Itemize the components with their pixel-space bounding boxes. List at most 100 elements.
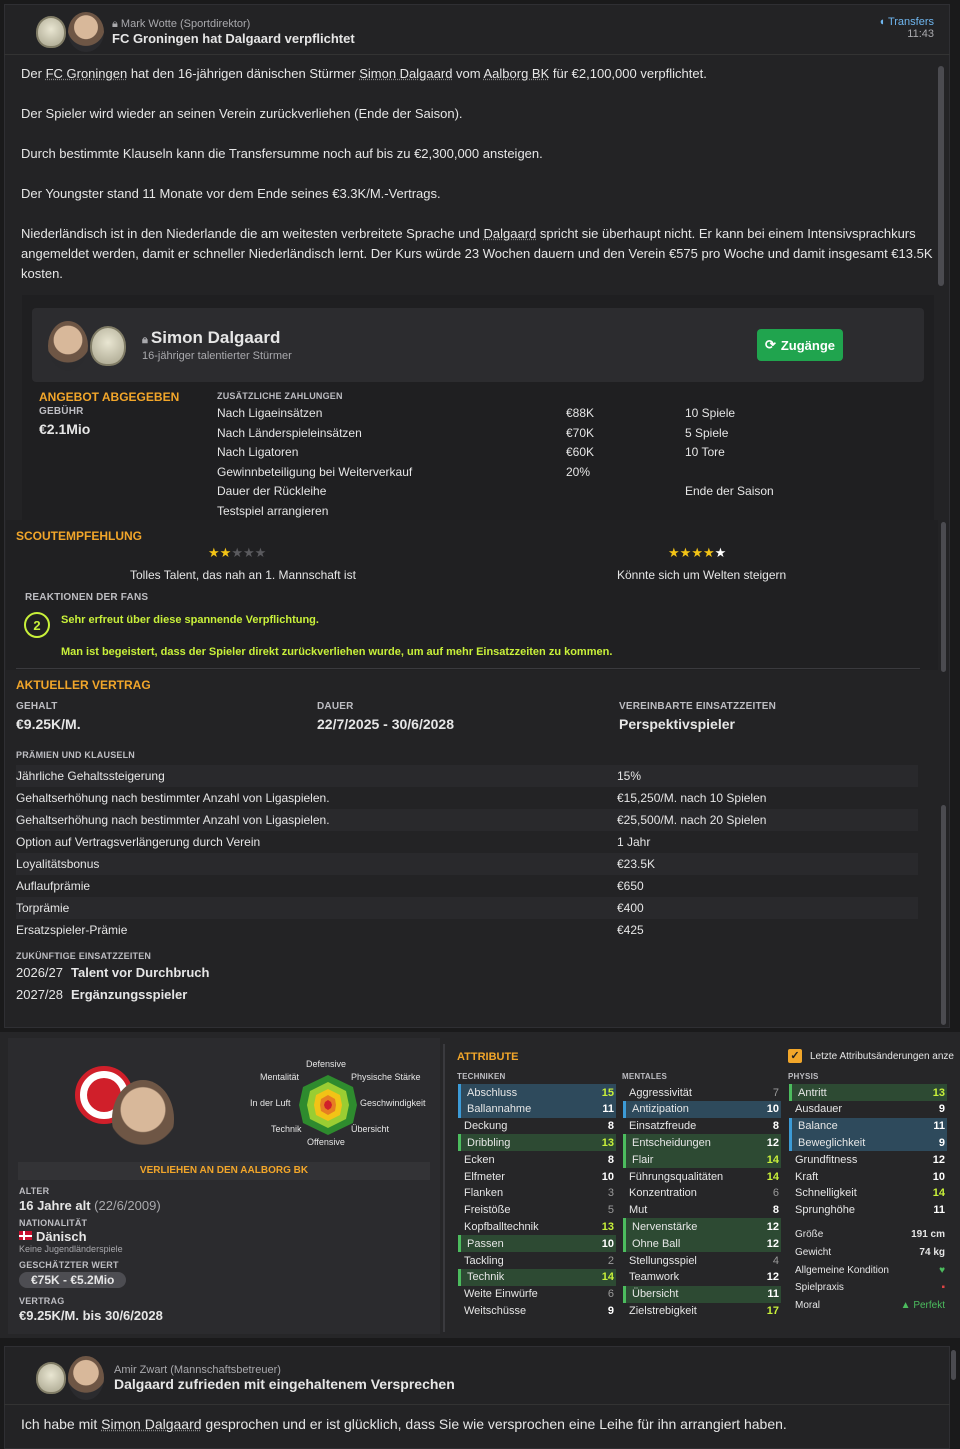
attribute-row[interactable]: Einsatzfreude 8 (623, 1118, 781, 1135)
mental-label: MENTALES (622, 1072, 668, 1081)
fee-value: €2.1Mio (39, 421, 91, 437)
future-row: 2026/27 Talent vor Durchbruch (16, 965, 209, 980)
player-link-2[interactable]: Dalgaard (484, 226, 537, 241)
attribute-row[interactable]: Entscheidungen 12 (623, 1134, 781, 1152)
attribute-value: 13 (932, 1086, 945, 1099)
attribute-row[interactable]: Flair 14 (623, 1151, 781, 1169)
attribute-value: 6 (607, 1288, 614, 1301)
category-tag[interactable]: ◖ Transfers (878, 16, 934, 28)
attribute-name: Freistöße (464, 1204, 511, 1217)
bonus-row: Gehaltserhöhung nach bestimmter Anzahl v… (16, 809, 918, 831)
attribute-row[interactable]: Deckung 8 (458, 1118, 616, 1135)
attribute-row[interactable]: Elfmeter 10 (458, 1168, 616, 1185)
scrollbar[interactable] (941, 805, 946, 1025)
info-label: Allgemeine Kondition (795, 1264, 889, 1276)
attribute-row[interactable]: Ballannahme 11 (458, 1100, 616, 1118)
attribute-row[interactable]: Sprunghöhe 11 (789, 1202, 947, 1219)
duration-label: DAUER (317, 701, 354, 712)
attribute-row[interactable]: Technik 14 (458, 1268, 616, 1286)
nationality-value[interactable]: Dänisch (36, 1229, 87, 1244)
future-role: Ergänzungsspieler (71, 987, 188, 1002)
bonus-label: PRÄMIEN UND KLAUSELN (16, 750, 136, 760)
player-link[interactable]: Simon Dalgaard (101, 1416, 201, 1432)
news2-headline: Dalgaard zufrieden mit eingehaltenem Ver… (114, 1376, 455, 1392)
fans-reaction-1: Sehr erfreut über diese spannende Verpfl… (61, 614, 319, 626)
attribute-row[interactable]: Flanken 3 (458, 1185, 616, 1202)
attribute-row[interactable]: Aggressivität 7 (623, 1084, 781, 1101)
attribute-row[interactable]: Weitschüsse 9 (458, 1302, 616, 1319)
attribute-row[interactable]: Schnelligkeit 14 (789, 1185, 947, 1202)
attribute-name: Kopfballtechnik (464, 1220, 539, 1233)
attribute-name: Ballannahme (467, 1103, 532, 1116)
attribute-name: Technik (467, 1271, 505, 1284)
attribute-row[interactable]: Übersicht 11 (623, 1285, 781, 1303)
attribute-name: Sprunghöhe (795, 1204, 855, 1217)
attribute-value: 8 (607, 1153, 614, 1166)
star-icon: ★ (208, 545, 220, 560)
attribute-row[interactable]: Grundfitness 12 (789, 1151, 947, 1168)
attribute-row[interactable]: Konzentration 6 (623, 1185, 781, 1202)
attribute-row[interactable]: Mut 8 (623, 1202, 781, 1219)
club-link-aalborg[interactable]: Aalborg BK (484, 66, 550, 81)
attribute-row[interactable]: Tackling 2 (458, 1252, 616, 1269)
attribute-row[interactable]: Kopfballtechnik 13 (458, 1218, 616, 1235)
attribute-row[interactable]: Freistöße 5 (458, 1202, 616, 1219)
player-link[interactable]: Simon Dalgaard (359, 66, 452, 81)
salary-value: €9.25K/M. (16, 716, 81, 732)
attribute-row[interactable]: Ecken 8 (458, 1151, 616, 1168)
player-name[interactable]: Simon Dalgaard (151, 328, 280, 347)
attribute-row[interactable]: Antritt 13 (789, 1084, 947, 1101)
attribute-name: Balance (798, 1120, 838, 1133)
club-link[interactable]: FC Groningen (46, 66, 128, 81)
star-icon: ★ (219, 545, 232, 560)
attribute-row[interactable]: Passen 10 (458, 1235, 616, 1253)
scrollbar[interactable] (941, 522, 946, 672)
attribute-row[interactable]: Dribbling 13 (458, 1134, 616, 1152)
bonus-row: Gehaltserhöhung nach bestimmter Anzahl v… (16, 787, 918, 809)
extra-payment-condition: Ende der Saison (685, 484, 774, 498)
bonus-row: Option auf Vertragsverlängerung durch Ve… (16, 831, 918, 853)
attribute-row[interactable]: Teamwork 12 (623, 1269, 781, 1286)
bonus-label: Option auf Vertragsverlängerung durch Ve… (16, 835, 261, 849)
attribute-name: Mut (629, 1204, 648, 1217)
attribute-row[interactable]: Abschluss 15 (458, 1084, 616, 1101)
attribute-row[interactable]: Weite Einwürfe 6 (458, 1286, 616, 1303)
attribute-changes-checkbox[interactable]: ✓ (788, 1049, 802, 1063)
attribute-row[interactable]: Nervenstärke 12 (623, 1218, 781, 1236)
sender-role: (Sportdirektor) (180, 18, 251, 30)
attribute-row[interactable]: Antizipation 10 (623, 1100, 781, 1118)
attribute-row[interactable]: Ausdauer 9 (789, 1101, 947, 1118)
sender-name[interactable]: Mark Wotte (121, 18, 177, 30)
attribute-name: Entscheidungen (632, 1136, 711, 1149)
offer-status: ANGEBOT ABGEGEBEN (39, 390, 180, 404)
bonus-value: 1 Jahr (617, 835, 651, 849)
info-label: Gewicht (795, 1246, 832, 1258)
bonus-label: Gehaltserhöhung nach bestimmter Anzahl v… (16, 813, 330, 827)
attribute-value: 9 (938, 1103, 945, 1116)
scrollbar[interactable] (938, 66, 944, 286)
radar-label-tl: Mentalität (260, 1072, 300, 1082)
extra-payment-label: Nach Ligaeinsätzen (217, 406, 323, 420)
attribute-row[interactable]: Stellungsspiel 4 (623, 1252, 781, 1269)
scrollbar[interactable] (951, 1350, 956, 1380)
attribute-row[interactable]: Ohne Ball 12 (623, 1235, 781, 1253)
attribute-name: Stellungsspiel (629, 1254, 697, 1267)
radar-label-l: In der Luft (250, 1098, 291, 1108)
fee-label: GEBÜHR (39, 406, 84, 417)
bonus-value: 15% (617, 769, 642, 783)
attribute-row[interactable]: Zielstrebigkeit 17 (623, 1302, 781, 1319)
attribute-row[interactable]: Führungsqualitäten 14 (623, 1168, 781, 1185)
match-practice-icon: ▪ (941, 1282, 945, 1294)
club-crest-icon (36, 1362, 66, 1394)
attribute-row[interactable]: Kraft 10 (789, 1168, 947, 1185)
attribute-value: 4 (772, 1254, 779, 1267)
club-crest-icon (36, 16, 66, 48)
attribute-row[interactable]: Balance 11 (789, 1117, 947, 1135)
attribute-row[interactable]: Beweglichkeit 9 (789, 1134, 947, 1152)
contract-title: AKTUELLER VERTRAG (16, 678, 151, 692)
incoming-button[interactable]: ⟳ Zugänge (757, 329, 843, 361)
attribute-value: 3 (607, 1187, 614, 1200)
sender-name[interactable]: Amir Zwart (114, 1364, 167, 1376)
future-season: 2026/27 (16, 965, 63, 980)
header-divider (4, 1404, 950, 1405)
